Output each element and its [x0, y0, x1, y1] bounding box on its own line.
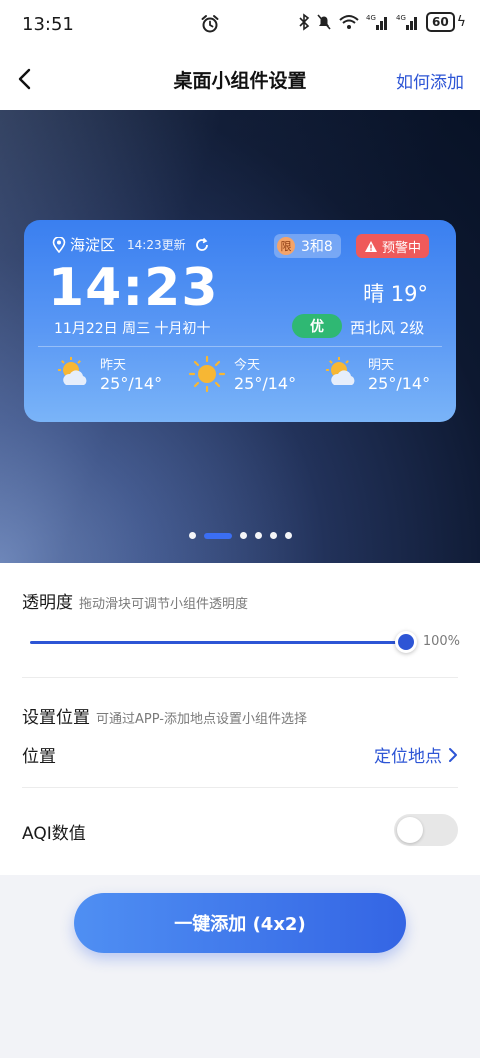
forecast-day-label: 明天 — [368, 358, 395, 373]
battery-level: 60 — [426, 12, 455, 32]
sun-icon — [188, 355, 226, 392]
alarm-icon — [201, 15, 219, 33]
forecast-day-temp: 25°/14° — [368, 374, 431, 393]
warning-label: 预警中 — [382, 240, 422, 256]
widget-date: 11月22日 周三 十月初十 — [54, 321, 211, 337]
add-widget-button[interactable]: 一键添加 (4x2) — [74, 893, 406, 953]
traffic-limit-badge: 限 3和8 — [274, 234, 341, 258]
carousel-dot[interactable] — [284, 532, 292, 539]
status-icons: 4G 4G 60 ϟ — [298, 12, 466, 32]
partly-cloudy-icon — [58, 356, 87, 385]
charging-icon: ϟ — [456, 14, 466, 30]
forecast-day-yesterday: 昨天 25°/14° — [54, 354, 162, 393]
svg-text:4G: 4G — [396, 14, 406, 22]
carousel-dot[interactable] — [254, 532, 262, 539]
traffic-limit-numbers: 3和8 — [301, 239, 333, 255]
battery-indicator: 60 ϟ — [426, 12, 466, 32]
svg-text:4G: 4G — [366, 14, 376, 22]
weather-warning-badge: 预警中 — [356, 234, 430, 258]
widget-location: 海淀区 14:23更新 — [52, 234, 210, 255]
mute-icon — [317, 14, 331, 30]
divider — [22, 677, 458, 678]
location-pin-icon — [52, 236, 66, 253]
refresh-icon — [195, 237, 208, 251]
header: 桌面小组件设置 如何添加 — [0, 48, 480, 110]
location-section-title: 设置位置 可通过APP-添加地点设置小组件选择 — [22, 703, 307, 728]
signal-icon-2: 4G — [396, 14, 418, 30]
forecast-day-label: 今天 — [234, 358, 261, 373]
signal-icon: 4G — [366, 14, 388, 30]
location-subtitle: 可通过APP-添加地点设置小组件选择 — [96, 712, 307, 727]
toggle-knob — [397, 817, 423, 843]
carousel-dot-active[interactable] — [203, 532, 232, 539]
transparency-slider-thumb[interactable] — [395, 631, 417, 653]
widget-preview[interactable]: 海淀区 14:23更新 限 3和8 预警中 14:23 11月22日 周三 十月… — [0, 110, 480, 563]
widget-clock: 14:23 — [48, 258, 219, 318]
wind-info: 西北风 2级 — [350, 319, 425, 337]
warning-icon — [365, 240, 377, 252]
divider — [22, 787, 458, 788]
location-row-label: 位置 — [22, 747, 56, 767]
forecast-day-tomorrow: 明天 25°/14° — [322, 354, 430, 393]
page-title: 桌面小组件设置 — [173, 69, 307, 92]
widget-current-weather: 晴 19° — [363, 282, 428, 306]
transparency-slider-track[interactable] — [30, 641, 406, 644]
forecast-day-temp: 25°/14° — [100, 374, 163, 393]
slider-thumb-dot — [398, 634, 414, 650]
forecast-day-temp: 25°/14° — [234, 374, 297, 393]
location-title: 设置位置 — [22, 708, 90, 728]
how-to-add-link[interactable]: 如何添加 — [396, 68, 464, 93]
aqi-toggle[interactable] — [394, 814, 458, 846]
carousel-indicator[interactable] — [0, 532, 480, 539]
widget-divider — [38, 346, 442, 347]
carousel-dot[interactable] — [239, 532, 247, 539]
traffic-limit-icon: 限 — [277, 237, 295, 255]
forecast-day-today: 今天 25°/14° — [188, 354, 296, 393]
carousel-dot[interactable] — [269, 532, 277, 539]
forecast-day-label: 昨天 — [100, 358, 127, 373]
aqi-toggle-label: AQI数值 — [22, 824, 86, 844]
widget-location-name: 海淀区 — [70, 236, 116, 254]
aqi-badge: 优 — [292, 314, 342, 338]
status-bar: 13:51 4G 4G 60 ϟ — [0, 0, 480, 48]
chevron-right-icon — [449, 747, 457, 762]
bluetooth-icon — [299, 13, 310, 31]
back-button[interactable] — [10, 63, 42, 95]
transparency-title: 透明度 — [22, 593, 73, 613]
status-time: 13:51 — [22, 13, 74, 35]
transparency-value: 100% — [422, 634, 460, 649]
transparency-section-title: 透明度 拖动滑块可调节小组件透明度 — [22, 588, 248, 613]
wifi-icon — [339, 15, 359, 29]
back-arrow-icon — [18, 68, 31, 90]
carousel-dot[interactable] — [188, 532, 196, 539]
locate-button[interactable]: 定位地点 — [374, 742, 458, 767]
transparency-subtitle: 拖动滑块可调节小组件透明度 — [79, 597, 249, 612]
weather-widget: 海淀区 14:23更新 限 3和8 预警中 14:23 11月22日 周三 十月… — [24, 220, 456, 422]
widget-update-time: 14:23更新 — [127, 238, 186, 252]
partly-cloudy-icon — [326, 356, 355, 385]
locate-label: 定位地点 — [374, 747, 442, 767]
